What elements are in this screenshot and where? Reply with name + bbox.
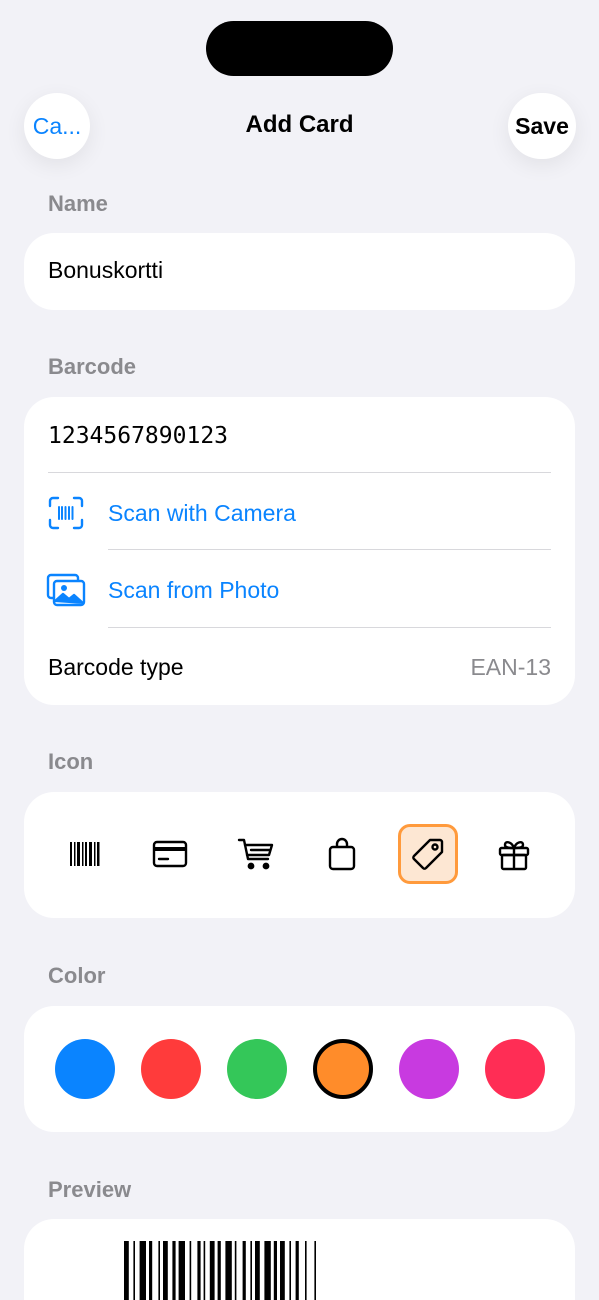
gift-icon[interactable]	[484, 824, 544, 884]
cart-icon[interactable]	[226, 824, 286, 884]
barcode-bar	[197, 1241, 201, 1300]
barcode-bar	[289, 1241, 291, 1300]
color-swatch[interactable]	[313, 1039, 373, 1099]
color-picker-card	[24, 1006, 575, 1132]
divider	[108, 549, 551, 550]
icon-picker-card	[24, 792, 575, 918]
barcode-bar	[209, 1241, 215, 1300]
barcode-bar	[264, 1241, 271, 1300]
color-swatch[interactable]	[227, 1039, 287, 1099]
barcode-type-label: Barcode type	[48, 654, 184, 680]
scan-camera-button[interactable]: Scan with Camera	[24, 475, 575, 551]
barcode-bar	[225, 1241, 232, 1300]
name-section-label: Name	[48, 191, 108, 216]
save-button[interactable]: Save	[508, 93, 576, 159]
barcode-bar	[242, 1241, 246, 1300]
color-swatch[interactable]	[55, 1039, 115, 1099]
icon-section-label: Icon	[48, 749, 94, 774]
shopping-bag-icon[interactable]	[312, 824, 372, 884]
divider	[108, 627, 551, 628]
barcode-bar	[255, 1241, 260, 1300]
barcode-bar	[178, 1241, 185, 1300]
barcode-card: 1234567890123 Scan with Camera Scan from…	[24, 397, 575, 705]
color-swatch[interactable]	[485, 1039, 545, 1099]
barcode-bar	[305, 1241, 307, 1300]
barcode-bar	[280, 1241, 285, 1300]
preview-card	[24, 1219, 575, 1300]
barcode-bar	[133, 1241, 135, 1300]
barcode-bar	[172, 1241, 176, 1300]
barcode-bar	[203, 1241, 206, 1300]
name-field[interactable]: Bonuskortti	[48, 257, 163, 284]
barcode-bar	[273, 1241, 277, 1300]
barcode-type-row[interactable]: Barcode type EAN-13	[24, 629, 575, 705]
barcode-preview-image	[124, 1241, 316, 1300]
scan-photo-button[interactable]: Scan from Photo	[24, 552, 575, 628]
photo-library-icon	[46, 572, 86, 608]
credit-card-icon[interactable]	[140, 824, 200, 884]
name-field-card[interactable]: Bonuskortti	[24, 233, 575, 310]
barcode-value-field[interactable]: 1234567890123	[48, 423, 228, 449]
scan-photo-label: Scan from Photo	[108, 576, 280, 603]
divider	[48, 472, 551, 473]
scan-camera-label: Scan with Camera	[108, 499, 296, 526]
barcode-bar	[217, 1241, 221, 1300]
barcode-bar	[295, 1241, 299, 1300]
barcode-viewfinder-icon	[46, 495, 86, 531]
barcode-bar	[234, 1241, 237, 1300]
tag-icon[interactable]	[398, 824, 458, 884]
color-swatch[interactable]	[399, 1039, 459, 1099]
barcode-type-value: EAN-13	[470, 654, 551, 680]
barcode-bar	[149, 1241, 153, 1300]
color-section-label: Color	[48, 963, 106, 988]
barcode-bar	[189, 1241, 192, 1300]
barcode-section-label: Barcode	[48, 354, 137, 379]
dynamic-island	[206, 21, 393, 76]
barcode-bar	[124, 1241, 129, 1300]
barcode-bar	[163, 1241, 168, 1300]
barcode-bar	[250, 1241, 252, 1300]
barcode-bar	[314, 1241, 316, 1300]
preview-section-label: Preview	[48, 1177, 132, 1202]
barcode-bar	[158, 1241, 160, 1300]
barcode-bar	[139, 1241, 146, 1300]
barcode-icon[interactable]	[55, 824, 115, 884]
color-swatch[interactable]	[141, 1039, 201, 1099]
